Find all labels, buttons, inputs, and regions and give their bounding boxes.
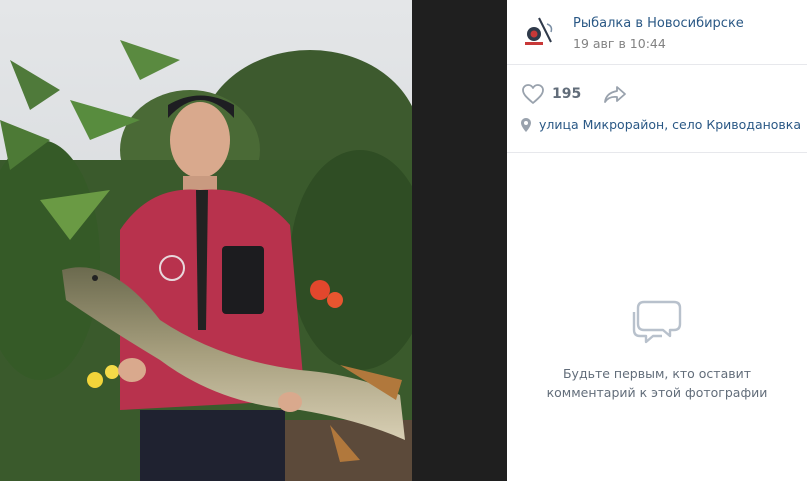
post-date[interactable]: 19 авг в 10:44 <box>573 36 666 51</box>
heart-icon <box>522 84 544 104</box>
post-header: Рыбалка в Новосибирске 19 авг в 10:44 <box>507 0 807 65</box>
post-location[interactable]: улица Микрорайон, село Криводановка <box>521 117 801 132</box>
post-actions: 195 улица Микрорайон, село Криводановка <box>507 65 807 153</box>
comments-empty-line-1: Будьте первым, кто оставит <box>562 366 752 381</box>
photo-viewer: Рыбалка в Новосибирске 19 авг в 10:44 19… <box>0 0 807 481</box>
group-avatar[interactable] <box>521 14 557 50</box>
comments-empty-text: Будьте первым, кто оставит комментарий к… <box>507 364 807 402</box>
photo-viewer-gap <box>412 0 507 481</box>
comments-empty-line-2: комментарий к этой фотографии <box>546 385 768 400</box>
share-arrow-icon[interactable] <box>603 83 627 105</box>
like-count: 195 <box>552 86 582 102</box>
photo-area[interactable] <box>0 0 507 481</box>
speech-bubbles-icon <box>632 300 682 344</box>
like-button[interactable]: 195 <box>521 82 581 106</box>
photo-sidebar: Рыбалка в Новосибирске 19 авг в 10:44 19… <box>507 0 807 481</box>
comments-empty-state: Будьте первым, кто оставит комментарий к… <box>507 296 807 402</box>
location-text: улица Микрорайон, село Криводановка <box>539 117 801 132</box>
post-photo[interactable] <box>0 0 412 481</box>
map-pin-icon <box>521 117 531 132</box>
group-name[interactable]: Рыбалка в Новосибирске <box>573 16 744 31</box>
